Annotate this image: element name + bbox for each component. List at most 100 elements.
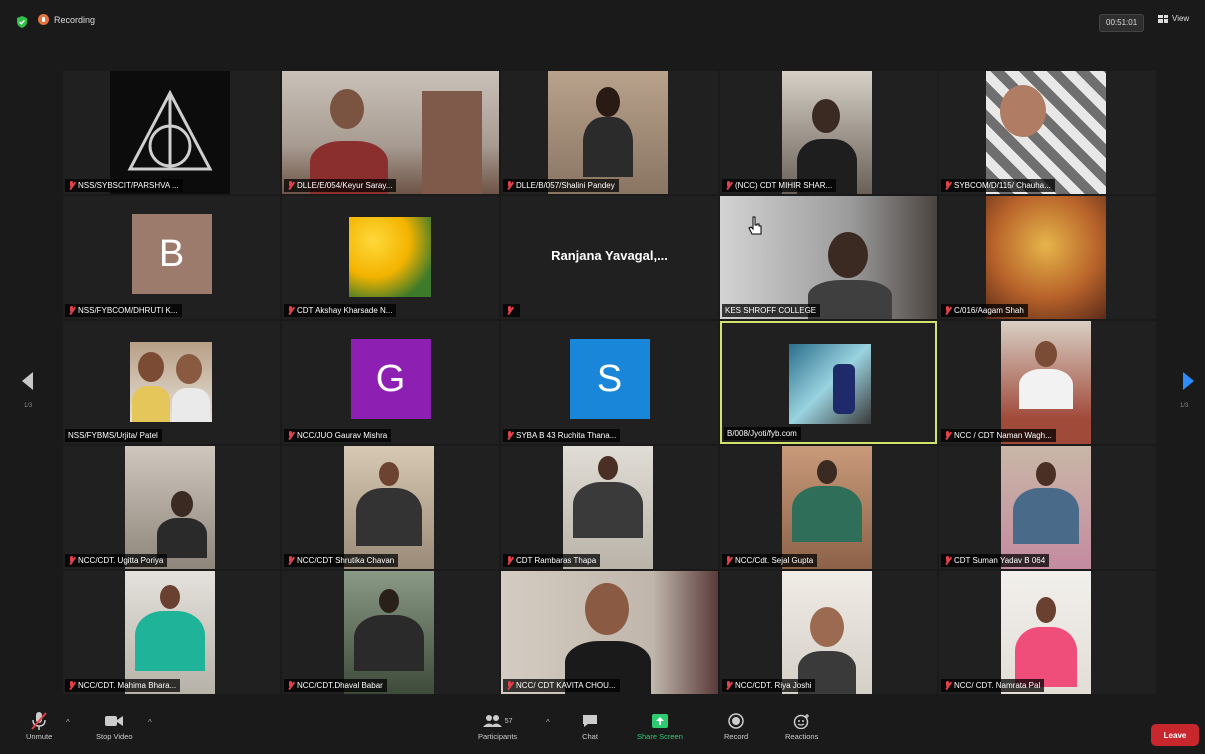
view-label: View <box>1172 14 1190 23</box>
muted-mic-icon <box>944 681 951 690</box>
participant-tile[interactable]: DLLE/E/054/Keyur Saray... <box>282 71 499 194</box>
chat-button[interactable]: Chat <box>582 710 598 741</box>
page-indicator-left: 1/3 <box>24 403 33 409</box>
muted-mic-icon <box>725 681 732 690</box>
participant-name-label: CDT Rambaras Thapa <box>503 554 601 567</box>
participants-options-caret-icon[interactable]: ^ <box>546 718 550 727</box>
participants-count: 57 <box>504 717 513 725</box>
participant-tile[interactable]: (NCC) CDT MIHIR SHAR... <box>720 71 937 194</box>
previous-page-arrow-icon[interactable] <box>22 372 33 390</box>
record-icon <box>728 710 744 732</box>
participant-tile[interactable]: NCC/Cdt. Sejal Gupta <box>720 446 937 569</box>
share-screen-icon <box>651 710 669 732</box>
reactions-smiley-icon <box>793 710 811 732</box>
participant-name-label: NCC/ CDT KAVITA CHOU... <box>503 679 620 692</box>
next-page-arrow-icon[interactable] <box>1183 372 1194 390</box>
muted-mic-icon <box>506 306 513 315</box>
video-options-caret-icon[interactable]: ^ <box>148 718 152 727</box>
participant-name-label: NSS/FYBMS/Urjita/ Patel <box>65 429 162 442</box>
participant-tile[interactable]: CDT Suman Yadav B 064 <box>939 446 1156 569</box>
muted-mic-icon <box>506 181 513 190</box>
video-camera-icon <box>104 710 124 732</box>
top-bar: Recording 00:51:01 View <box>0 0 1205 44</box>
participant-video <box>720 196 937 319</box>
participant-tile[interactable]: G NCC/JUO Gaurav Mishra <box>282 321 499 444</box>
participant-video <box>501 571 718 694</box>
muted-microphone-icon <box>30 710 48 732</box>
muted-mic-icon <box>287 306 294 315</box>
participant-tile[interactable]: DLLE/B/057/Shalini Pandey <box>501 71 718 194</box>
participant-tile[interactable]: NSS/SYBSCIT/PARSHVA ... <box>63 71 280 194</box>
muted-mic-icon <box>506 556 513 565</box>
participant-name-label: B/008/Jyoti/fyb.com <box>724 427 801 440</box>
participant-avatar: G <box>350 339 431 419</box>
participant-tile[interactable]: NCC/CDT.Dhaval Babar <box>282 571 499 694</box>
participant-video <box>110 71 230 194</box>
participant-tile[interactable]: CDT Akshay Kharsade N... <box>282 196 499 319</box>
participant-tile[interactable]: B NSS/FYBCOM/DHRUTI K... <box>63 196 280 319</box>
leave-meeting-button[interactable]: Leave <box>1151 724 1199 746</box>
muted-mic-icon <box>68 181 75 190</box>
participant-name-label: CDT Akshay Kharsade N... <box>284 304 397 317</box>
participant-name-label: NCC/CDT.Dhaval Babar <box>284 679 387 692</box>
share-screen-button[interactable]: Share Screen <box>637 710 683 741</box>
participant-tile[interactable]: S SYBA B 43 Ruchita Thana... <box>501 321 718 444</box>
recording-label: Recording <box>54 14 96 25</box>
participant-name-label: SYBA B 43 Ruchita Thana... <box>503 429 621 442</box>
participant-video <box>282 71 499 194</box>
muted-mic-icon <box>68 681 75 690</box>
participant-tile[interactable]: SYBCOM/D/115/ Chauha... <box>939 71 1156 194</box>
participant-display-name: Ranjana Yavagal,... <box>551 248 668 263</box>
participant-video <box>130 342 212 422</box>
participants-button[interactable]: 57 Participants <box>478 710 517 741</box>
recording-indicator[interactable]: Recording <box>38 14 95 25</box>
participant-name-label: NCC/CDT. Mahima Bhara... <box>65 679 181 692</box>
participant-tile[interactable]: NCC/CDT. Mahima Bhara... <box>63 571 280 694</box>
participant-video <box>986 196 1106 319</box>
participant-name-label: NSS/SYBSCIT/PARSHVA ... <box>65 179 183 192</box>
participant-name-label: C/016/Aagam Shah <box>941 304 1028 317</box>
view-button[interactable]: View <box>1158 14 1189 23</box>
grid-view-icon <box>1158 14 1168 23</box>
participant-tile[interactable]: NCC/ CDT. Namrata Pal <box>939 571 1156 694</box>
muted-mic-icon <box>506 431 513 440</box>
participant-name-label: (NCC) CDT MIHIR SHAR... <box>722 179 837 192</box>
muted-mic-icon <box>506 681 513 690</box>
participant-name-label: NCC/CDT. Riya Joshi <box>722 679 816 692</box>
participant-tile[interactable]: NCC/CDT. Riya Joshi <box>720 571 937 694</box>
participant-tile[interactable]: Ranjana Yavagal,... <box>501 196 718 319</box>
participant-tile[interactable]: NSS/FYBMS/Urjita/ Patel <box>63 321 280 444</box>
participant-tile[interactable]: CDT Rambaras Thapa <box>501 446 718 569</box>
participant-tile[interactable]: NCC/CDT. Ugitta Poriya <box>63 446 280 569</box>
participant-tile[interactable]: NCC / CDT Naman Wagh... <box>939 321 1156 444</box>
participant-video <box>986 71 1106 194</box>
reactions-button[interactable]: Reactions <box>785 710 818 741</box>
chat-bubble-icon <box>582 710 598 732</box>
record-button[interactable]: Record <box>724 710 748 741</box>
audio-options-caret-icon[interactable]: ^ <box>66 718 70 727</box>
unmute-button[interactable]: Unmute <box>26 710 52 741</box>
participant-name-label: NCC/Cdt. Sejal Gupta <box>722 554 818 567</box>
participant-name-label: NCC/CDT. Ugitta Poriya <box>65 554 168 567</box>
participant-video <box>563 446 653 569</box>
participant-video <box>782 71 872 194</box>
muted-mic-icon <box>287 556 294 565</box>
participant-name-label: NCC/ CDT. Namrata Pal <box>941 679 1045 692</box>
stop-video-button[interactable]: Stop Video <box>96 710 133 741</box>
deathly-hallows-icon <box>127 89 213 171</box>
participant-video <box>782 571 872 694</box>
participant-name-label: CDT Suman Yadav B 064 <box>941 554 1050 567</box>
page-indicator-right: 1/3 <box>1180 403 1189 409</box>
participant-tile[interactable]: NCC/ CDT KAVITA CHOU... <box>501 571 718 694</box>
participant-name-label: NSS/FYBCOM/DHRUTI K... <box>65 304 182 317</box>
participant-tile[interactable]: C/016/Aagam Shah <box>939 196 1156 319</box>
security-shield-icon[interactable] <box>16 16 28 28</box>
participant-name-label: KES SHROFF COLLEGE <box>722 304 821 317</box>
participant-tile[interactable]: NCC/CDT Shrutika Chavan <box>282 446 499 569</box>
participant-tile[interactable]: KES SHROFF COLLEGE <box>720 196 937 319</box>
participant-avatar-picture <box>349 217 431 297</box>
participant-video <box>344 446 434 569</box>
muted-mic-icon <box>287 431 294 440</box>
hand-pointer-icon <box>748 216 762 235</box>
active-speaker-tile[interactable]: B/008/Jyoti/fyb.com <box>720 321 937 444</box>
